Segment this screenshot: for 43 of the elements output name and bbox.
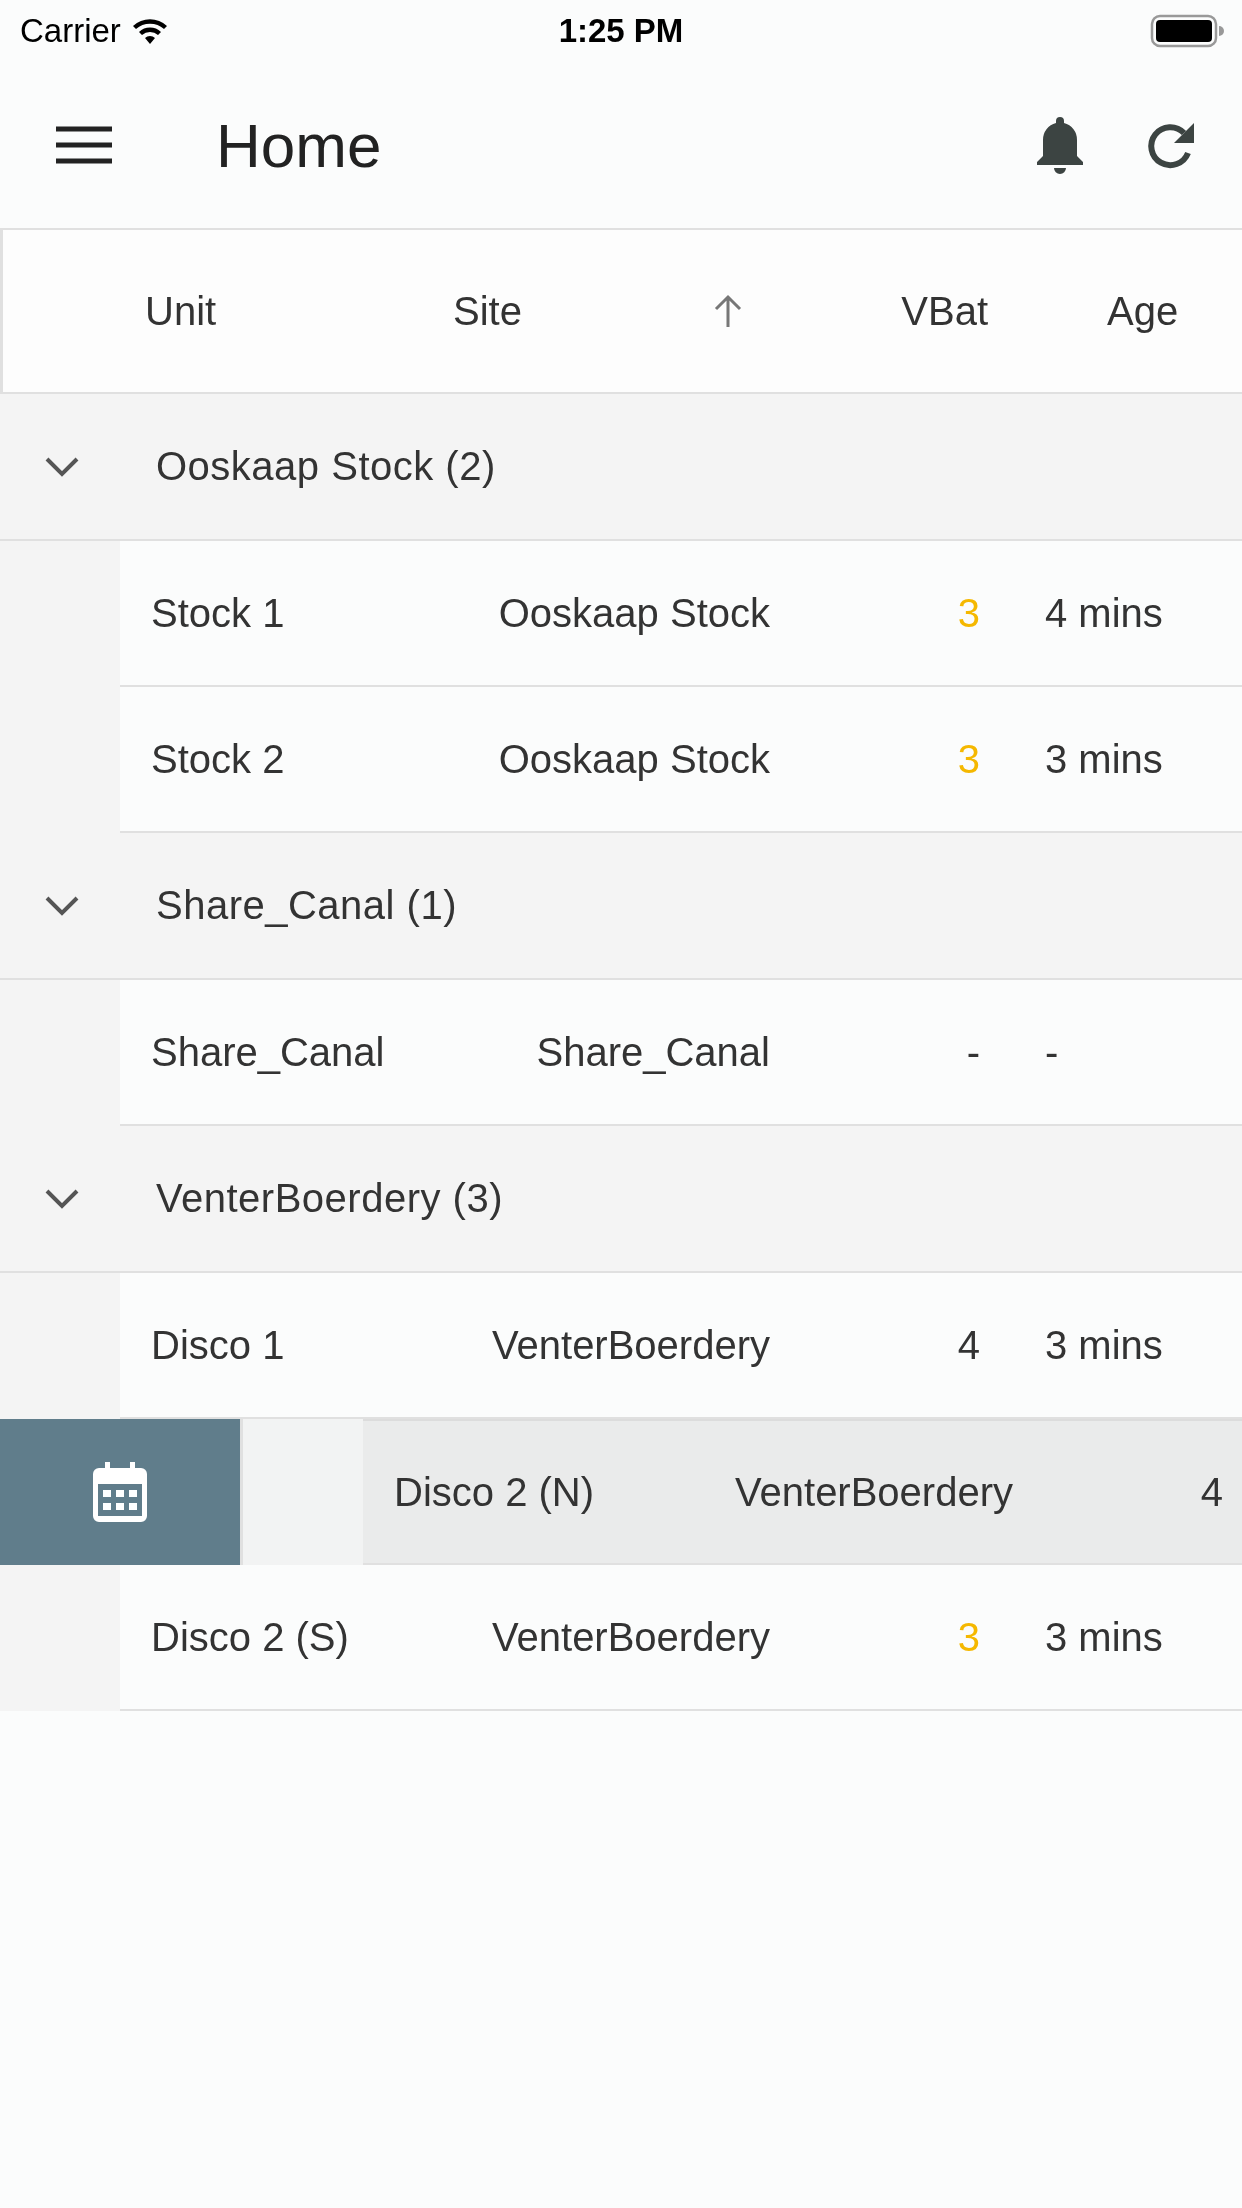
table-cell-text: 4 mins bbox=[1045, 590, 1164, 636]
table-cell: VenterBoerdery bbox=[492, 1322, 770, 1368]
table-cell-text: - bbox=[1045, 1029, 1060, 1075]
table-cell: - bbox=[966, 1029, 980, 1075]
table-cell-text: Stock 1 bbox=[151, 590, 286, 636]
schedule-button[interactable] bbox=[0, 1419, 240, 1565]
table-cell: 3 bbox=[957, 1614, 980, 1660]
column-header[interactable]: Site bbox=[453, 288, 743, 334]
table-cell-text: Disco 2 (S) bbox=[151, 1614, 350, 1660]
notifications-button[interactable] bbox=[1034, 115, 1086, 175]
table-cell: Share_Canal bbox=[536, 1029, 770, 1075]
bell-icon bbox=[1034, 115, 1086, 175]
screen-title: Home bbox=[216, 109, 383, 181]
table-cell-text: 3 mins bbox=[1045, 1322, 1164, 1368]
group-label: VenterBoerdery (3) bbox=[156, 1176, 503, 1221]
table-cell-text: 3 mins bbox=[1045, 1614, 1164, 1660]
table-cell-text: Disco 2 (N) bbox=[394, 1469, 596, 1515]
table-cell: 3 bbox=[957, 590, 980, 636]
table-cell: VenterBoerdery bbox=[492, 1614, 770, 1660]
column-header[interactable]: Age bbox=[1107, 288, 1179, 334]
carrier-label: Carrier bbox=[20, 12, 121, 50]
chevron-down-icon[interactable] bbox=[44, 1187, 80, 1210]
menu-icon bbox=[56, 125, 112, 165]
table-cell-text: 3 mins bbox=[1045, 736, 1164, 782]
table-cell: VenterBoerdery bbox=[735, 1469, 1013, 1515]
battery-icon bbox=[1150, 14, 1224, 48]
menu-button[interactable] bbox=[56, 125, 112, 165]
table-cell: 3 bbox=[957, 736, 980, 782]
table-cell-text: Stock 2 bbox=[151, 736, 286, 782]
group-label: Ooskaap Stock (2) bbox=[156, 444, 496, 489]
table-cell-text: Share_Canal bbox=[151, 1029, 386, 1075]
table-cell: Ooskaap Stock bbox=[498, 736, 770, 782]
table-cell: 4 bbox=[957, 1322, 980, 1368]
table-cell: 4 bbox=[1200, 1469, 1223, 1515]
column-header[interactable]: VBat bbox=[901, 288, 988, 334]
table-cell-text: Disco 1 bbox=[151, 1322, 286, 1368]
group-label: Share_Canal (1) bbox=[156, 883, 457, 928]
column-header[interactable]: Unit bbox=[145, 288, 217, 334]
calendar-icon bbox=[93, 1462, 147, 1522]
clock-time: 1:25 PM bbox=[558, 12, 684, 49]
chevron-down-icon[interactable] bbox=[44, 455, 80, 478]
table-cell: Ooskaap Stock bbox=[498, 590, 770, 636]
chevron-down-icon[interactable] bbox=[44, 894, 80, 917]
